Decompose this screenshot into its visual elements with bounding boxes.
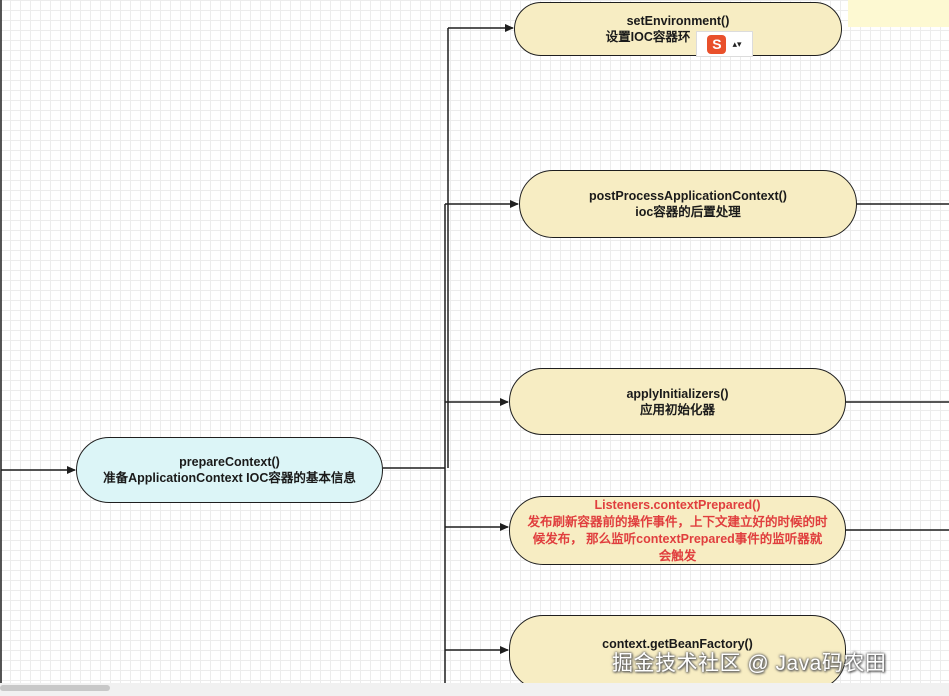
- sogou-logo-icon[interactable]: S: [707, 34, 727, 54]
- node-apply-initializers-title: applyInitializers(): [626, 386, 729, 401]
- node-apply-initializers[interactable]: applyInitializers() 应用初始化器: [509, 368, 846, 435]
- node-set-environment-desc: 设置IOC容器环: [605, 30, 691, 44]
- node-set-environment[interactable]: setEnvironment() 设置IOC容器环: [514, 2, 842, 56]
- node-set-environment-title: setEnvironment(): [626, 14, 730, 28]
- node-prepare-context-title: prepareContext(): [179, 455, 280, 469]
- node-context-prepared-line-2: 候发布， 那么监听contextPrepared事件的监听器就: [532, 531, 823, 546]
- connector-layer: [0, 0, 949, 696]
- node-prepare-context-desc: 准备ApplicationContext IOC容器的基本信息: [103, 471, 356, 485]
- watermark-text: 掘金技术社区 @ Java码农田: [612, 652, 887, 675]
- node-post-process-application-context[interactable]: postProcessApplicationContext() ioc容器的后置…: [519, 170, 857, 238]
- node-context-prepared-line-3: 会触发: [658, 548, 697, 563]
- node-prepare-context[interactable]: prepareContext() 准备ApplicationContext IO…: [76, 437, 383, 503]
- ime-scroll-arrows-icon[interactable]: ▴▾: [732, 39, 741, 48]
- node-context-prepared[interactable]: Listeners.contextPrepared() 发布刷新容器前的操作事件…: [509, 496, 846, 565]
- node-context-prepared-title: Listeners.contextPrepared(): [594, 497, 761, 512]
- node-context-prepared-line-1: 发布刷新容器前的操作事件，上下文建立好的时候的时: [527, 514, 828, 529]
- sticky-note-fragment: [848, 0, 949, 27]
- horizontal-scrollbar[interactable]: [0, 683, 949, 696]
- node-apply-initializers-desc: 应用初始化器: [639, 402, 715, 417]
- node-post-process-desc: ioc容器的后置处理: [635, 205, 741, 219]
- node-post-process-title: postProcessApplicationContext(): [589, 189, 787, 203]
- diagram-canvas: setEnvironment() 设置IOC容器环 S ▴▾ postProce…: [0, 0, 949, 696]
- horizontal-scrollbar-thumb[interactable]: [0, 685, 110, 691]
- ime-toolbar[interactable]: S ▴▾: [696, 31, 753, 57]
